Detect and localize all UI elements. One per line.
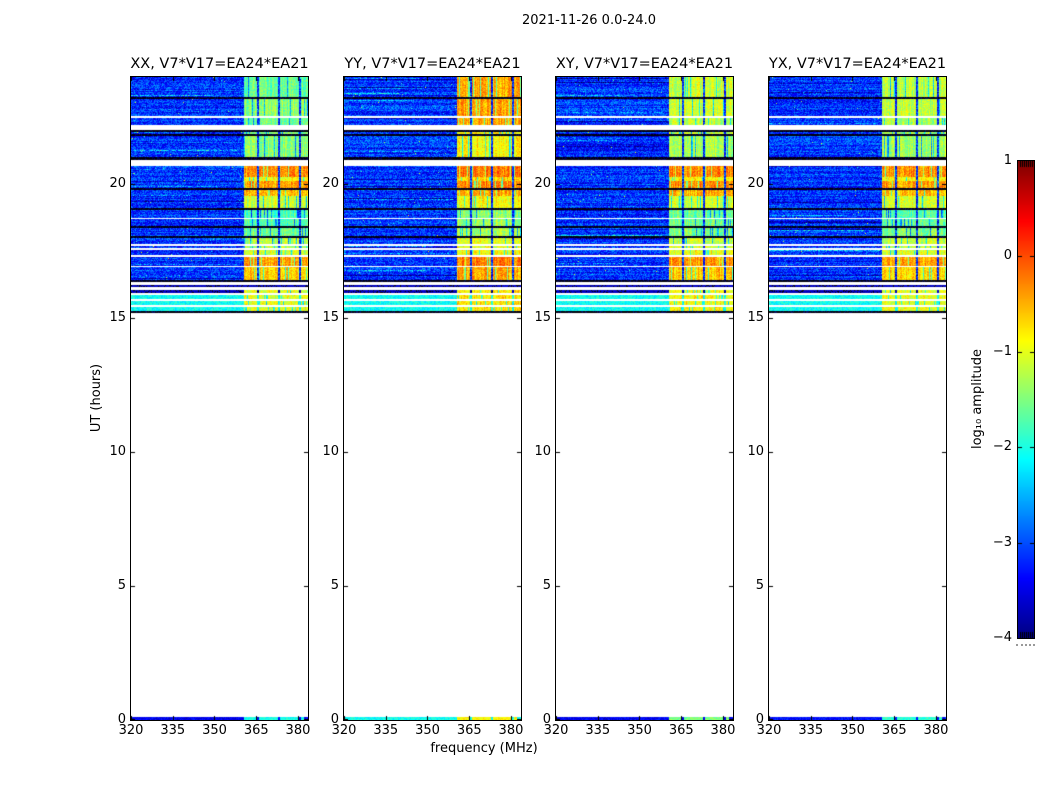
colorbar-tick-label: 1 <box>1003 153 1012 168</box>
colorbar-tick-label: −4 <box>992 630 1012 645</box>
colorbar-tick-label: 0 <box>1003 248 1012 264</box>
x-tick-label: 320 <box>331 723 357 738</box>
x-tick-label: 320 <box>118 723 144 738</box>
y-tick-label: 5 <box>755 578 764 594</box>
x-tick-label: 350 <box>415 723 440 738</box>
x-tick-label: 335 <box>373 723 399 738</box>
y-tick-label: 5 <box>117 578 126 594</box>
spectrogram-canvas-xy <box>556 77 733 720</box>
spectrogram-canvas-yx <box>769 77 946 720</box>
x-tick-label: 320 <box>543 723 569 738</box>
y-tick-label: 20 <box>534 176 551 192</box>
y-tick-label: 15 <box>534 310 551 326</box>
x-tick-label: 350 <box>627 723 652 738</box>
x-tick-label: 335 <box>160 723 186 738</box>
y-tick-label: 20 <box>747 176 764 192</box>
colorbar-gradient <box>1018 161 1034 638</box>
spectrogram-canvas-xx <box>131 77 308 720</box>
y-tick-label: 15 <box>322 310 339 326</box>
x-tick-label: 365 <box>456 723 482 738</box>
x-tick-label: 350 <box>840 723 865 738</box>
panel-xy <box>555 76 734 721</box>
y-tick-label: 5 <box>330 578 339 594</box>
y-axis-label: UT (hours) <box>89 363 104 433</box>
x-tick-label: 365 <box>668 723 694 738</box>
y-tick-label: 10 <box>747 444 764 460</box>
y-tick-label: 5 <box>542 578 551 594</box>
x-tick-label: 380 <box>923 723 949 738</box>
y-tick-label: 15 <box>109 310 126 326</box>
colorbar-extend-dots <box>1016 644 1035 646</box>
panel-xx <box>130 76 309 721</box>
y-tick-label: 15 <box>747 310 764 326</box>
x-tick-label: 350 <box>202 723 227 738</box>
spectrogram-canvas-yy <box>344 77 521 720</box>
colorbar-tick-label: −3 <box>992 534 1012 550</box>
colorbar-label: log₁₀ amplitude <box>970 348 985 450</box>
x-tick-label: 335 <box>585 723 611 738</box>
x-tick-label: 365 <box>243 723 269 738</box>
y-tick-label: 20 <box>322 176 339 192</box>
y-tick-label: 10 <box>534 444 551 460</box>
x-axis-label: frequency (MHz) <box>430 741 538 756</box>
x-tick-label: 335 <box>798 723 824 738</box>
figure-title: 2021-11-26 0.0-24.0 <box>522 13 656 28</box>
y-tick-label: 20 <box>109 176 126 192</box>
colorbar <box>1017 160 1035 639</box>
x-tick-label: 365 <box>881 723 907 738</box>
panel-title-yx: YX, V7*V17=EA24*EA21 <box>768 56 947 72</box>
panel-yx <box>768 76 947 721</box>
spectrogram-figure: 2021-11-26 0.0-24.0 XX, V7*V17=EA24*EA21… <box>0 0 1050 800</box>
panel-yy <box>343 76 522 721</box>
x-tick-label: 320 <box>756 723 782 738</box>
y-tick-label: 10 <box>322 444 339 460</box>
